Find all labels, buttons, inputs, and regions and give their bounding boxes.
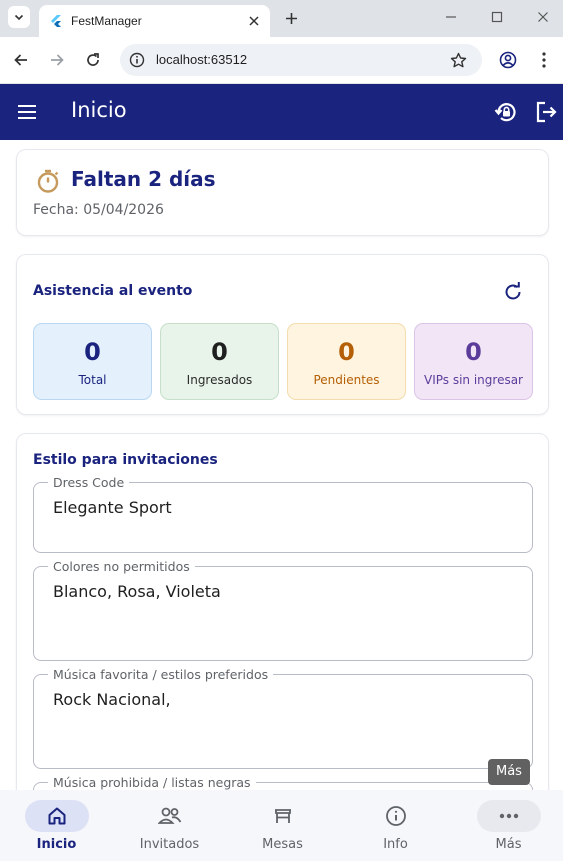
arrow-right-icon [51, 54, 64, 66]
maximize-icon [491, 11, 503, 23]
minimize-icon [446, 16, 456, 18]
table-icon [274, 809, 291, 823]
nav-item-home[interactable]: Inicio [0, 790, 113, 861]
profile-icon [499, 51, 517, 69]
site-info-icon[interactable] [128, 51, 146, 69]
kebab-menu-icon [542, 52, 546, 68]
home-content[interactable]: Faltan 2 días Fecha: 05/04/2026 Asistenc… [0, 140, 563, 790]
drawer-menu-button[interactable] [15, 100, 39, 124]
stat-label: Pendientes [313, 373, 380, 387]
timer-icon [37, 169, 59, 193]
close-window-button[interactable] [531, 6, 555, 28]
attendance-title: Asistencia al evento [33, 283, 193, 299]
bookmark-star-icon[interactable] [448, 50, 468, 70]
lock-reset-icon [494, 103, 516, 122]
info-icon [385, 806, 406, 826]
reload-button[interactable] [82, 49, 104, 71]
stat-value: 0 [338, 338, 355, 366]
stat-label: VIPs sin ingresar [424, 373, 523, 387]
bottom-navigation: Inicio Invitados Mesas Info Más [0, 790, 563, 861]
people-icon [157, 807, 181, 824]
nav-item-info[interactable]: Info [339, 790, 452, 861]
favorite-music-field[interactable]: Música favorita / estilos preferidos Roc… [33, 667, 533, 769]
nav-item-tables[interactable]: Mesas [226, 790, 339, 861]
forbidden-colors-field[interactable]: Colores no permitidos Blanco, Rosa, Viol… [33, 559, 533, 661]
stat-value: 0 [84, 338, 101, 366]
home-icon [48, 807, 65, 825]
field-label: Música prohibida / listas negras [48, 775, 256, 790]
field-label: Música favorita / estilos preferidos [48, 667, 274, 682]
stat-value: 0 [465, 338, 482, 366]
profile-button[interactable] [497, 49, 519, 71]
event-date: Fecha: 05/04/2026 [33, 202, 164, 218]
chevron-down-icon [14, 14, 24, 21]
close-tab-button[interactable] [246, 13, 262, 29]
hamburger-icon [18, 105, 36, 119]
nav-indicator [24, 800, 89, 832]
close-icon [538, 12, 548, 22]
flutter-icon [51, 15, 61, 27]
browser-tab[interactable]: FestManager [39, 5, 270, 37]
nav-indicator [364, 800, 428, 832]
nav-label: Más [495, 837, 522, 852]
nav-item-guests[interactable]: Invitados [113, 790, 226, 861]
browser-menu-button[interactable] [533, 49, 555, 71]
new-tab-button[interactable] [280, 7, 302, 29]
nav-label: Mesas [262, 837, 303, 852]
tab-title: FestManager [71, 14, 142, 28]
url-text: localhost:63512 [156, 52, 248, 67]
browser-titlebar: FestManager [0, 0, 563, 37]
forward-button[interactable] [46, 49, 68, 71]
countdown-heading: Faltan 2 días [71, 167, 216, 191]
minimize-button[interactable] [439, 6, 463, 28]
reload-icon [87, 53, 99, 66]
stat-checked-in: 0 Ingresados [160, 323, 279, 400]
attendance-card: Asistencia al evento 0 Total 0 Ingresado… [16, 254, 549, 415]
more-icon [499, 813, 518, 819]
invitation-style-title: Estilo para invitaciones [33, 452, 218, 468]
refresh-button[interactable] [502, 281, 524, 303]
dress-code-field[interactable]: Dress Code Elegante Sport [33, 475, 533, 553]
field-value[interactable]: Elegante Sport [53, 498, 172, 517]
more-tooltip: Más [488, 759, 530, 785]
invitation-style-card: Estilo para invitaciones Dress Code Eleg… [16, 433, 549, 790]
field-value[interactable]: Rock Nacional, [53, 690, 171, 709]
stat-pending: 0 Pendientes [287, 323, 406, 400]
logout-button[interactable] [534, 100, 558, 124]
nav-indicator [476, 800, 541, 832]
maximize-button[interactable] [485, 6, 509, 28]
stat-vips-not-checked-in: 0 VIPs sin ingresar [414, 323, 533, 400]
stat-value: 0 [211, 338, 228, 366]
tab-search-button[interactable] [8, 6, 30, 28]
forbidden-music-field[interactable]: Música prohibida / listas negras [33, 775, 533, 790]
address-bar[interactable]: localhost:63512 [120, 44, 482, 76]
page-title: Inicio [71, 98, 127, 122]
plus-icon [285, 12, 297, 24]
field-value[interactable]: Blanco, Rosa, Violeta [53, 582, 221, 601]
nav-label: Inicio [36, 837, 77, 852]
close-icon [249, 16, 259, 26]
refresh-icon [505, 282, 521, 300]
nav-indicator [251, 800, 315, 832]
browser-toolbar: localhost:63512 [0, 37, 563, 84]
nav-indicator [138, 800, 202, 832]
field-label: Dress Code [48, 475, 130, 490]
nav-label: Invitados [139, 837, 200, 852]
arrow-left-icon [14, 54, 27, 66]
stat-total: 0 Total [33, 323, 152, 400]
nav-item-more[interactable]: Más [452, 790, 563, 861]
lock-history-button[interactable] [494, 100, 518, 124]
stat-label: Ingresados [186, 373, 253, 387]
stat-label: Total [78, 373, 107, 387]
field-label: Colores no permitidos [48, 559, 195, 574]
app-bar: Inicio [0, 84, 563, 140]
countdown-card: Faltan 2 días Fecha: 05/04/2026 [16, 149, 549, 236]
back-button[interactable] [10, 49, 32, 71]
nav-label: Info [383, 837, 408, 852]
logout-icon [536, 101, 557, 123]
